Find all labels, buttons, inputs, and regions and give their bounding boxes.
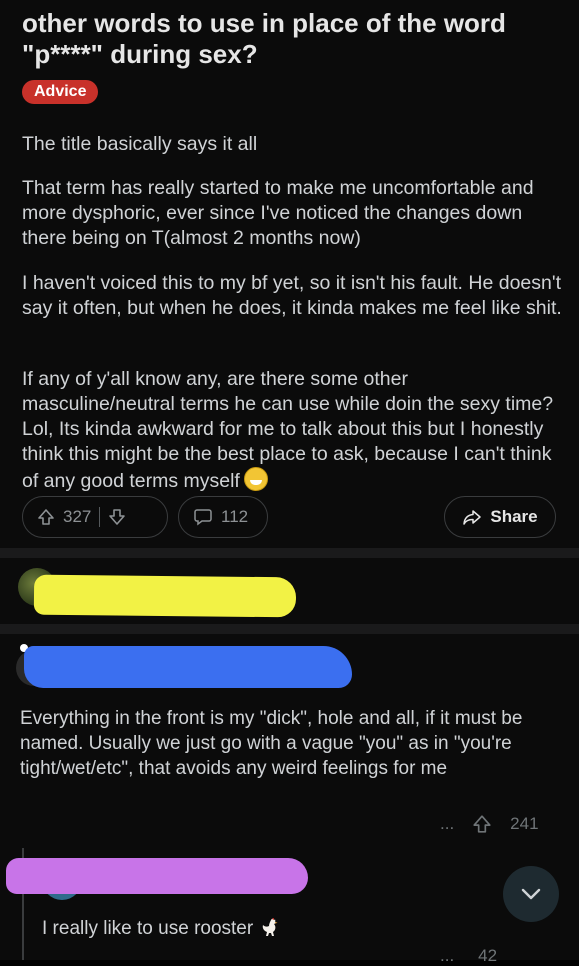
comment-icon <box>193 507 213 527</box>
redaction-mark-yellow <box>33 574 297 618</box>
post-paragraph-2: That term has really started to make me … <box>22 177 534 249</box>
post-paragraph-3: I haven't voiced this to my bf yet, so i… <box>22 272 562 319</box>
scroll-down-button[interactable] <box>503 866 559 922</box>
post-card: other words to use in place of the word … <box>0 0 579 548</box>
redaction-mark-pink <box>6 858 308 894</box>
reply-upvote-count: 42 <box>478 946 498 965</box>
section-divider <box>0 624 579 634</box>
vote-control: 327 <box>22 496 168 538</box>
share-button[interactable]: Share <box>444 496 556 538</box>
rooster-emoji <box>259 916 281 938</box>
comment-count: 112 <box>221 507 249 526</box>
comment-upvote-count: 241 <box>510 814 539 833</box>
reply-actions: ... 42 <box>440 946 497 966</box>
comment-actions: ... 241 <box>440 812 570 836</box>
comments-button[interactable]: 112 <box>178 496 268 538</box>
chevron-down-icon <box>516 879 546 909</box>
reply-text: I really like to use rooster <box>42 918 254 939</box>
upvote-icon[interactable] <box>37 508 55 526</box>
comment-body: Everything in the front is my "dick", ho… <box>20 708 523 779</box>
post-paragraph-4-text: If any of y'all know any, are there some… <box>22 368 554 492</box>
upvote-icon[interactable] <box>472 814 492 834</box>
share-label: Share <box>490 507 538 526</box>
smile-sweat-emoji <box>243 467 268 491</box>
more-icon[interactable]: ... <box>440 814 454 834</box>
vote-divider <box>99 507 101 527</box>
flair-badge[interactable]: Advice <box>22 80 99 104</box>
redaction-mark-blue <box>24 646 352 688</box>
reply-body: I really like to use rooster <box>42 916 281 941</box>
more-icon[interactable]: ... <box>440 946 454 966</box>
post-paragraph-1: The title basically says it all <box>22 133 258 155</box>
downvote-icon[interactable] <box>108 508 126 526</box>
share-icon <box>462 507 482 527</box>
post-title[interactable]: other words to use in place of the word … <box>22 8 562 70</box>
section-divider <box>0 548 579 558</box>
post-paragraph-4: If any of y'all know any, are there some… <box>22 367 562 494</box>
upvote-count: 327 <box>63 507 92 526</box>
